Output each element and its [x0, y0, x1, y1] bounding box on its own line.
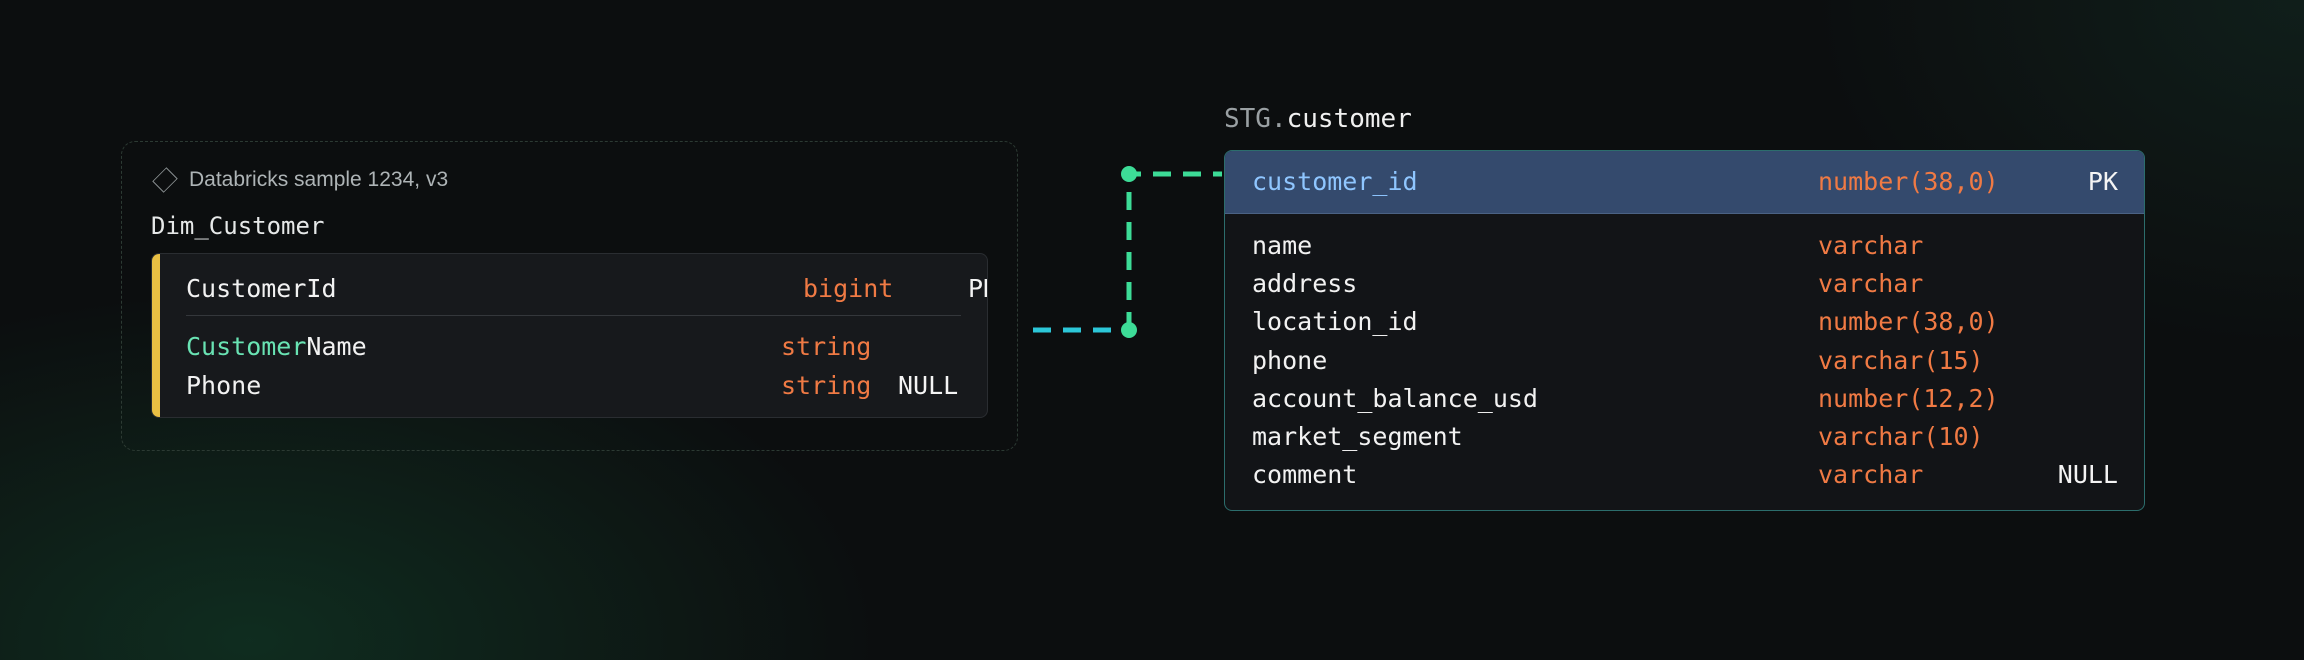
column-type: string — [781, 332, 872, 361]
diamond-icon — [152, 167, 178, 193]
highlighted-text: Customer — [186, 332, 307, 361]
connector-dot-bottom — [1121, 322, 1137, 338]
nullable-badge: NULL — [898, 371, 959, 400]
column-name: account_balance_usd — [1252, 384, 1538, 413]
source-row: Databricks sample 1234, v3 — [149, 167, 449, 193]
source-group[interactable]: Databricks sample 1234, v3 Dim_Customer … — [121, 141, 1018, 451]
connector-green-segment — [1126, 171, 1222, 330]
column-type: varchar(10) — [1818, 422, 1984, 451]
column-row[interactable]: comment varchar NULL — [1225, 456, 2144, 494]
column-name: location_id — [1252, 307, 1418, 336]
primary-key-row[interactable]: customer_id number(38,0) PK — [1225, 151, 2144, 214]
column-row[interactable]: location_id number(38,0) — [1225, 303, 2144, 341]
column-type: number(38,0) — [1818, 307, 1999, 336]
connector-dot-top — [1121, 166, 1137, 182]
column-row[interactable]: account_balance_usd number(12,2) — [1225, 380, 2144, 418]
column-row[interactable]: CustomerId bigint PK — [186, 272, 987, 306]
column-type: string — [781, 371, 872, 400]
column-type: bigint — [803, 274, 894, 303]
column-name: customer_id — [1252, 167, 1418, 196]
column-type: number(38,0) — [1818, 167, 1999, 196]
table-dim-customer[interactable]: CustomerId bigint PK CustomerName string… — [151, 253, 988, 418]
table-name: customer — [1286, 104, 1412, 134]
table-accent-bar — [152, 254, 160, 417]
column-row[interactable]: phone varchar(15) — [1225, 342, 2144, 380]
column-row[interactable]: market_segment varchar(10) — [1225, 418, 2144, 456]
column-type: varchar — [1818, 269, 1924, 298]
column-name: name — [1252, 231, 1313, 260]
pk-badge: PK — [2087, 167, 2118, 196]
column-name: market_segment — [1252, 422, 1463, 451]
column-type: varchar — [1818, 231, 1924, 260]
column-name: comment — [1252, 460, 1358, 489]
table-stg-customer[interactable]: customer_id number(38,0) PK name varchar… — [1224, 150, 2145, 511]
column-name: address — [1252, 269, 1358, 298]
column-name: Phone — [186, 371, 262, 400]
column-type: varchar(15) — [1818, 346, 1984, 375]
column-name: CustomerId — [186, 274, 337, 303]
schema-name: STG. — [1224, 104, 1287, 134]
column-type: number(12,2) — [1818, 384, 1999, 413]
column-name: phone — [1252, 346, 1328, 375]
column-row[interactable]: Phone string NULL — [186, 369, 987, 403]
key-divider — [186, 315, 961, 316]
pk-badge: PK — [968, 274, 987, 303]
table-title-stg-customer: STG.customer — [1224, 104, 1412, 134]
column-row[interactable]: name varchar — [1225, 227, 2144, 265]
column-row[interactable]: address varchar — [1225, 265, 2144, 303]
table-title-dim-customer: Dim_Customer — [151, 212, 325, 240]
column-type: varchar — [1818, 460, 1924, 489]
column-name: CustomerName — [186, 332, 367, 361]
source-label: Databricks sample 1234, v3 — [189, 168, 449, 191]
nullable-badge: NULL — [2057, 460, 2118, 489]
column-row[interactable]: CustomerName string — [186, 330, 987, 364]
